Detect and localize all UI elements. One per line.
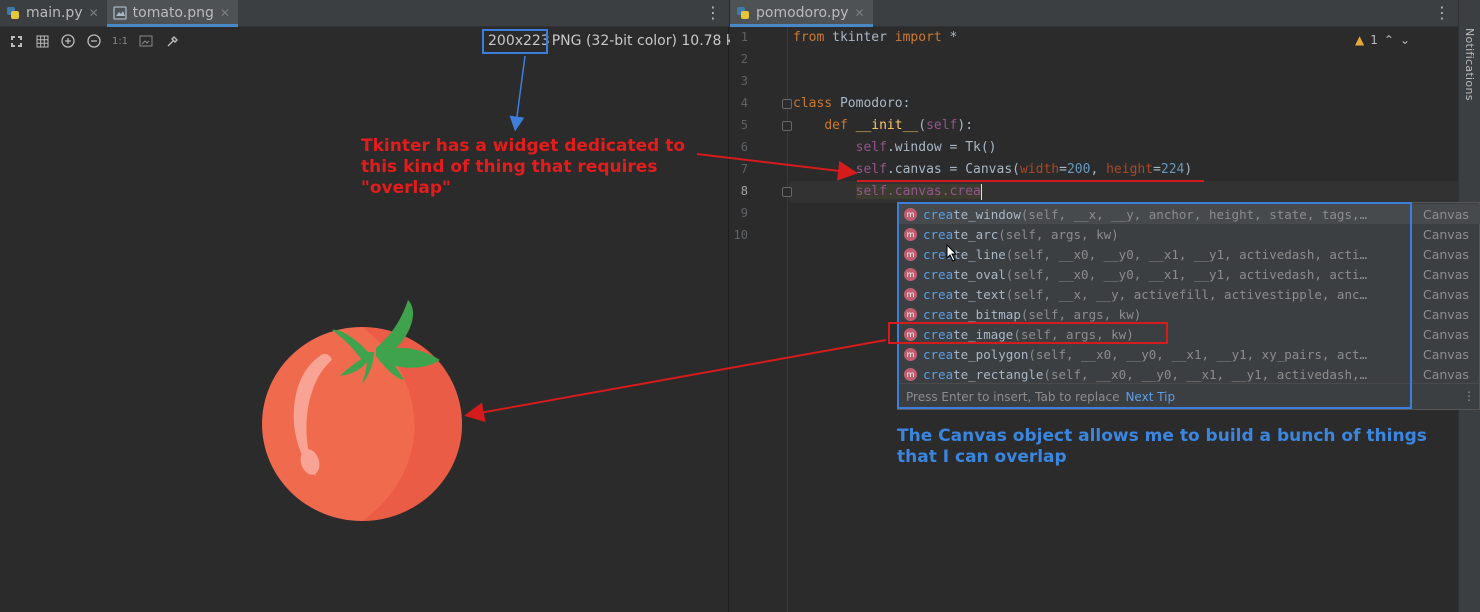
method-icon: m [904, 267, 917, 281]
annotation-text-blue: The Canvas object allows me to build a b… [897, 426, 1427, 467]
line-number: 1 [740, 30, 748, 44]
method-icon: m [904, 307, 917, 321]
completion-item[interactable]: m crea te_text (self, __x, __y, activefill… [898, 284, 1480, 304]
next-tip-link[interactable]: Next Tip [1125, 390, 1175, 404]
code-line-5: def __init__(self): [824, 118, 974, 133]
completion-item[interactable]: m crea te_window (self, __x, __y, anchor, … [898, 204, 1480, 224]
close-icon[interactable]: ✕ [89, 6, 99, 20]
method-icon: m [904, 347, 917, 361]
method-icon: m [904, 247, 917, 261]
warning-count: 1 [1370, 33, 1378, 47]
image-file-icon [113, 6, 127, 20]
tomato-image [262, 300, 462, 521]
code-line-1: from tkinter import * [793, 30, 958, 45]
image-dimensions: 200x223 [488, 33, 550, 49]
method-icon: m [904, 207, 917, 221]
code-line-6: self.window = Tk() [855, 140, 997, 155]
actual-size-button[interactable]: 1:1 [108, 30, 132, 52]
more-options-icon[interactable]: ⋮ [1463, 389, 1475, 403]
method-icon: m [904, 327, 917, 341]
image-format-size: PNG (32-bit color) 10.78 kB [551, 33, 744, 49]
editor-tab-bar: pomodoro.py ✕ ⋮ [730, 0, 1458, 27]
completion-item[interactable]: m crea te_polygon (self, __x0, __y0, __x1,… [898, 344, 1480, 364]
zoom-out-icon[interactable] [82, 30, 106, 52]
image-info: 200x223 PNG (32-bit color) 10.78 kB [486, 33, 744, 49]
mouse-cursor-icon [946, 244, 958, 262]
method-icon: m [904, 367, 917, 381]
fold-marker-icon[interactable] [782, 187, 792, 197]
tab-pomodoro-py[interactable]: pomodoro.py ✕ [730, 0, 873, 27]
line-gutter: 1 2 3 4 5 6 7 8 9 10 [730, 27, 792, 612]
method-icon: m [904, 287, 917, 301]
tab-label: tomato.png [132, 5, 214, 21]
line-number: 7 [740, 162, 748, 176]
warning-icon: ▲ [1355, 33, 1365, 47]
completion-item[interactable]: m crea te_arc (self, args, kw) Canvas [898, 224, 1480, 244]
completion-item[interactable]: m crea te_oval (self, __x0, __y0, __x1, __… [898, 264, 1480, 284]
grid-icon[interactable] [30, 30, 54, 52]
more-options-icon[interactable]: ⋮ [1434, 4, 1450, 22]
line-number: 8 [740, 184, 748, 198]
tab-tomato-png[interactable]: tomato.png ✕ [106, 0, 239, 27]
close-icon[interactable]: ✕ [855, 6, 865, 20]
python-file-icon [737, 7, 749, 19]
completion-hint: Press Enter to insert, Tab to replace [906, 389, 1120, 404]
more-options-icon[interactable]: ⋮ [705, 4, 721, 22]
color-picker-icon[interactable] [160, 30, 184, 52]
completion-item[interactable]: m crea te_bitmap (self, args, kw) Canvas [898, 304, 1480, 324]
code-line-8: self.canvas.crea [793, 181, 982, 203]
method-icon: m [904, 227, 917, 241]
left-tab-bar: main.py ✕ tomato.png ✕ ⋮ [0, 0, 729, 27]
fold-marker-icon[interactable] [782, 99, 792, 109]
annotation-underline [857, 180, 1204, 182]
fit-window-icon[interactable] [134, 30, 158, 52]
image-viewer-pane: main.py ✕ tomato.png ✕ ⋮ 1:1 200x223 PNG… [0, 0, 744, 612]
tab-label: main.py [26, 5, 83, 21]
annotation-text-red: Tkinter has a widget dedicated to this k… [361, 136, 686, 198]
completion-item[interactable]: m crea te_line (self, __x0, __y0, __x1, __… [898, 244, 1480, 264]
zoom-in-icon[interactable] [56, 30, 80, 52]
tab-label: pomodoro.py [756, 5, 849, 21]
code-line-4: class Pomodoro: [793, 96, 911, 111]
typed-text: self.canvas.crea [855, 184, 981, 199]
completion-item[interactable]: m crea te_image (self, args, kw) Canvas [898, 324, 1480, 344]
line-number: 10 [733, 228, 748, 242]
notifications-tab[interactable]: Notifications [1463, 28, 1476, 101]
line-number: 2 [740, 52, 748, 66]
fit-screen-icon[interactable] [4, 30, 28, 52]
line-number: 5 [740, 118, 748, 132]
tab-main-py[interactable]: main.py ✕ [0, 0, 107, 26]
line-number: 6 [740, 140, 748, 154]
text-caret [980, 183, 982, 200]
fold-marker-icon[interactable] [782, 121, 792, 131]
chevron-down-icon[interactable]: ⌄ [1400, 33, 1410, 47]
line-number: 9 [740, 206, 748, 220]
line-number: 4 [740, 96, 748, 110]
python-file-icon [7, 7, 19, 19]
close-icon[interactable]: ✕ [220, 6, 230, 20]
line-number: 3 [740, 74, 748, 88]
inspection-widget[interactable]: ▲ 1 ⌃ ⌄ [1355, 33, 1410, 47]
code-completion-popup: m crea te_window (self, __x, __y, anchor, … [897, 202, 1480, 410]
completion-item[interactable]: m crea te_rectangle (self, __x0, __y0, __x… [898, 364, 1480, 384]
completion-footer: Press Enter to insert, Tab to replace Ne… [898, 383, 1479, 409]
chevron-up-icon[interactable]: ⌃ [1384, 33, 1394, 47]
code-line-7: self.canvas = Canvas(width=200, height=2… [855, 162, 1193, 177]
